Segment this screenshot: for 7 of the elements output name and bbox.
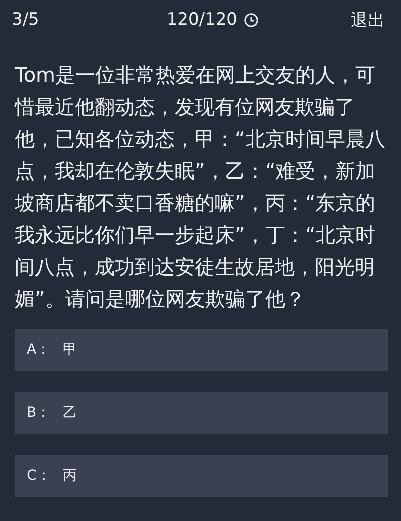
answer-option[interactable]: C： 丙 xyxy=(15,455,388,497)
clock-icon xyxy=(244,12,260,28)
question-text: Tom是一位非常热爱在网上交友的人，可惜最近他翻动态，发现有位网友欺骗了他，已知各位动态，甲：“北京时间早晨八点，我却在伦敦失眠”，乙：“难受，新加坡商店都不卖口香糖的嘛”，丙：“东京的我永远比你们早一步起床”，丁：“北京时间八点，成功到达安徒生故居地，阳光明媚”。请问是哪位网友欺骗了他？ xyxy=(15,62,386,313)
answer-option[interactable]: A： 甲 xyxy=(15,329,388,371)
timer-text: 120/120 xyxy=(166,10,238,30)
exit-button[interactable]: 退出 xyxy=(350,8,385,32)
answer-option[interactable]: B： 乙 xyxy=(15,392,388,434)
